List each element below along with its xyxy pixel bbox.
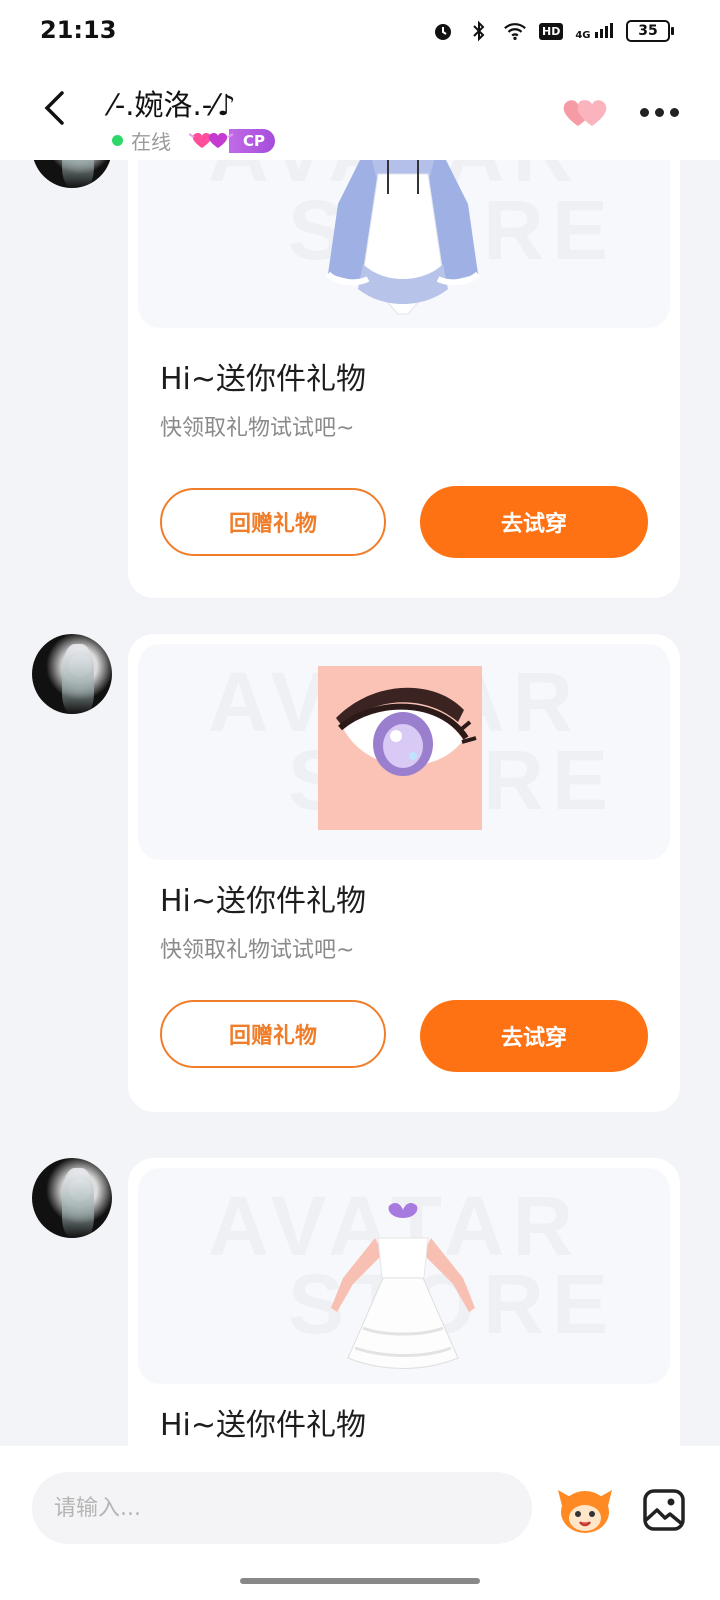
chat-header: ⁄-.婉洛.-⁄♪ 在线 CP [0, 64, 720, 160]
maid-dress-icon [325, 160, 481, 315]
online-status: 在线 CP [112, 126, 276, 155]
gift-title: Hi~送你件礼物 [160, 884, 367, 919]
gift-title: Hi~送你件礼物 [160, 362, 367, 397]
online-dot [112, 135, 123, 146]
return-gift-button[interactable]: 回赠礼物 [160, 488, 386, 556]
image-picker-button[interactable] [640, 1486, 688, 1534]
gift-image[interactable]: AVATAR STORE [138, 644, 670, 860]
more-dot-icon [640, 107, 649, 117]
sender-avatar[interactable] [32, 634, 112, 714]
more-dot-icon [655, 107, 664, 117]
network-type: 4G [575, 29, 591, 41]
gift-card: AVATAR STORE Hi~送你件礼物 快领取礼物试试吧~ 回赠礼物 去试穿 [128, 634, 680, 1112]
double-heart-icon [563, 100, 607, 126]
online-text: 在线 [131, 130, 171, 154]
intimacy-heart-button[interactable] [560, 94, 610, 130]
status-icons: HD 4G 35 [431, 14, 674, 48]
contact-name[interactable]: ⁄-.婉洛.-⁄♪ [110, 82, 236, 124]
home-indicator[interactable] [240, 1578, 480, 1584]
anime-eye-icon [318, 666, 482, 830]
wifi-icon [503, 19, 527, 43]
hd-badge: HD [539, 22, 564, 40]
try-on-button[interactable]: 去试穿 [420, 486, 648, 558]
white-dress-icon [331, 1203, 475, 1369]
status-time: 21:13 [40, 16, 117, 44]
battery-level: 35 [638, 23, 658, 39]
return-gift-button[interactable]: 回赠礼物 [160, 1000, 386, 1068]
more-dot-icon [670, 107, 679, 117]
gift-card: AVATAR STORE Hi~送你件礼物 快领取礼物试试吧~ 回赠礼物 去试穿 [128, 160, 680, 598]
gift-card: AVATAR STORE Hi~送你件礼物 [128, 1158, 680, 1446]
back-button[interactable] [32, 86, 76, 130]
cp-hearts-icon [189, 132, 234, 148]
status-bar: 21:13 HD 4G 35 [0, 0, 720, 64]
gift-subtitle: 快领取礼物试试吧~ [160, 416, 355, 441]
mascot-emoji-icon [558, 1490, 612, 1533]
cp-badge[interactable]: CP [189, 128, 276, 154]
bluetooth-icon [467, 19, 491, 43]
back-arrow-icon [44, 91, 64, 125]
more-options-button[interactable] [640, 100, 684, 124]
image-icon [643, 1489, 685, 1531]
emoji-button[interactable] [556, 1484, 614, 1536]
alarm-icon [431, 19, 455, 43]
signal-icon: 4G [575, 22, 614, 41]
input-bar [0, 1446, 720, 1600]
sender-avatar[interactable] [32, 160, 112, 188]
gift-image[interactable]: AVATAR STORE [138, 1168, 670, 1384]
battery-icon: 35 [626, 20, 674, 42]
message-input[interactable] [32, 1472, 532, 1544]
gift-image[interactable]: AVATAR STORE [138, 160, 670, 328]
gift-title: Hi~送你件礼物 [160, 1408, 367, 1443]
gift-subtitle: 快领取礼物试试吧~ [160, 938, 355, 963]
try-on-button[interactable]: 去试穿 [420, 1000, 648, 1072]
sender-avatar[interactable] [32, 1158, 112, 1238]
message-list[interactable]: AVATAR STORE Hi~送你件礼物 快领取礼物试试吧~ 回赠礼物 去试穿… [0, 160, 720, 1446]
